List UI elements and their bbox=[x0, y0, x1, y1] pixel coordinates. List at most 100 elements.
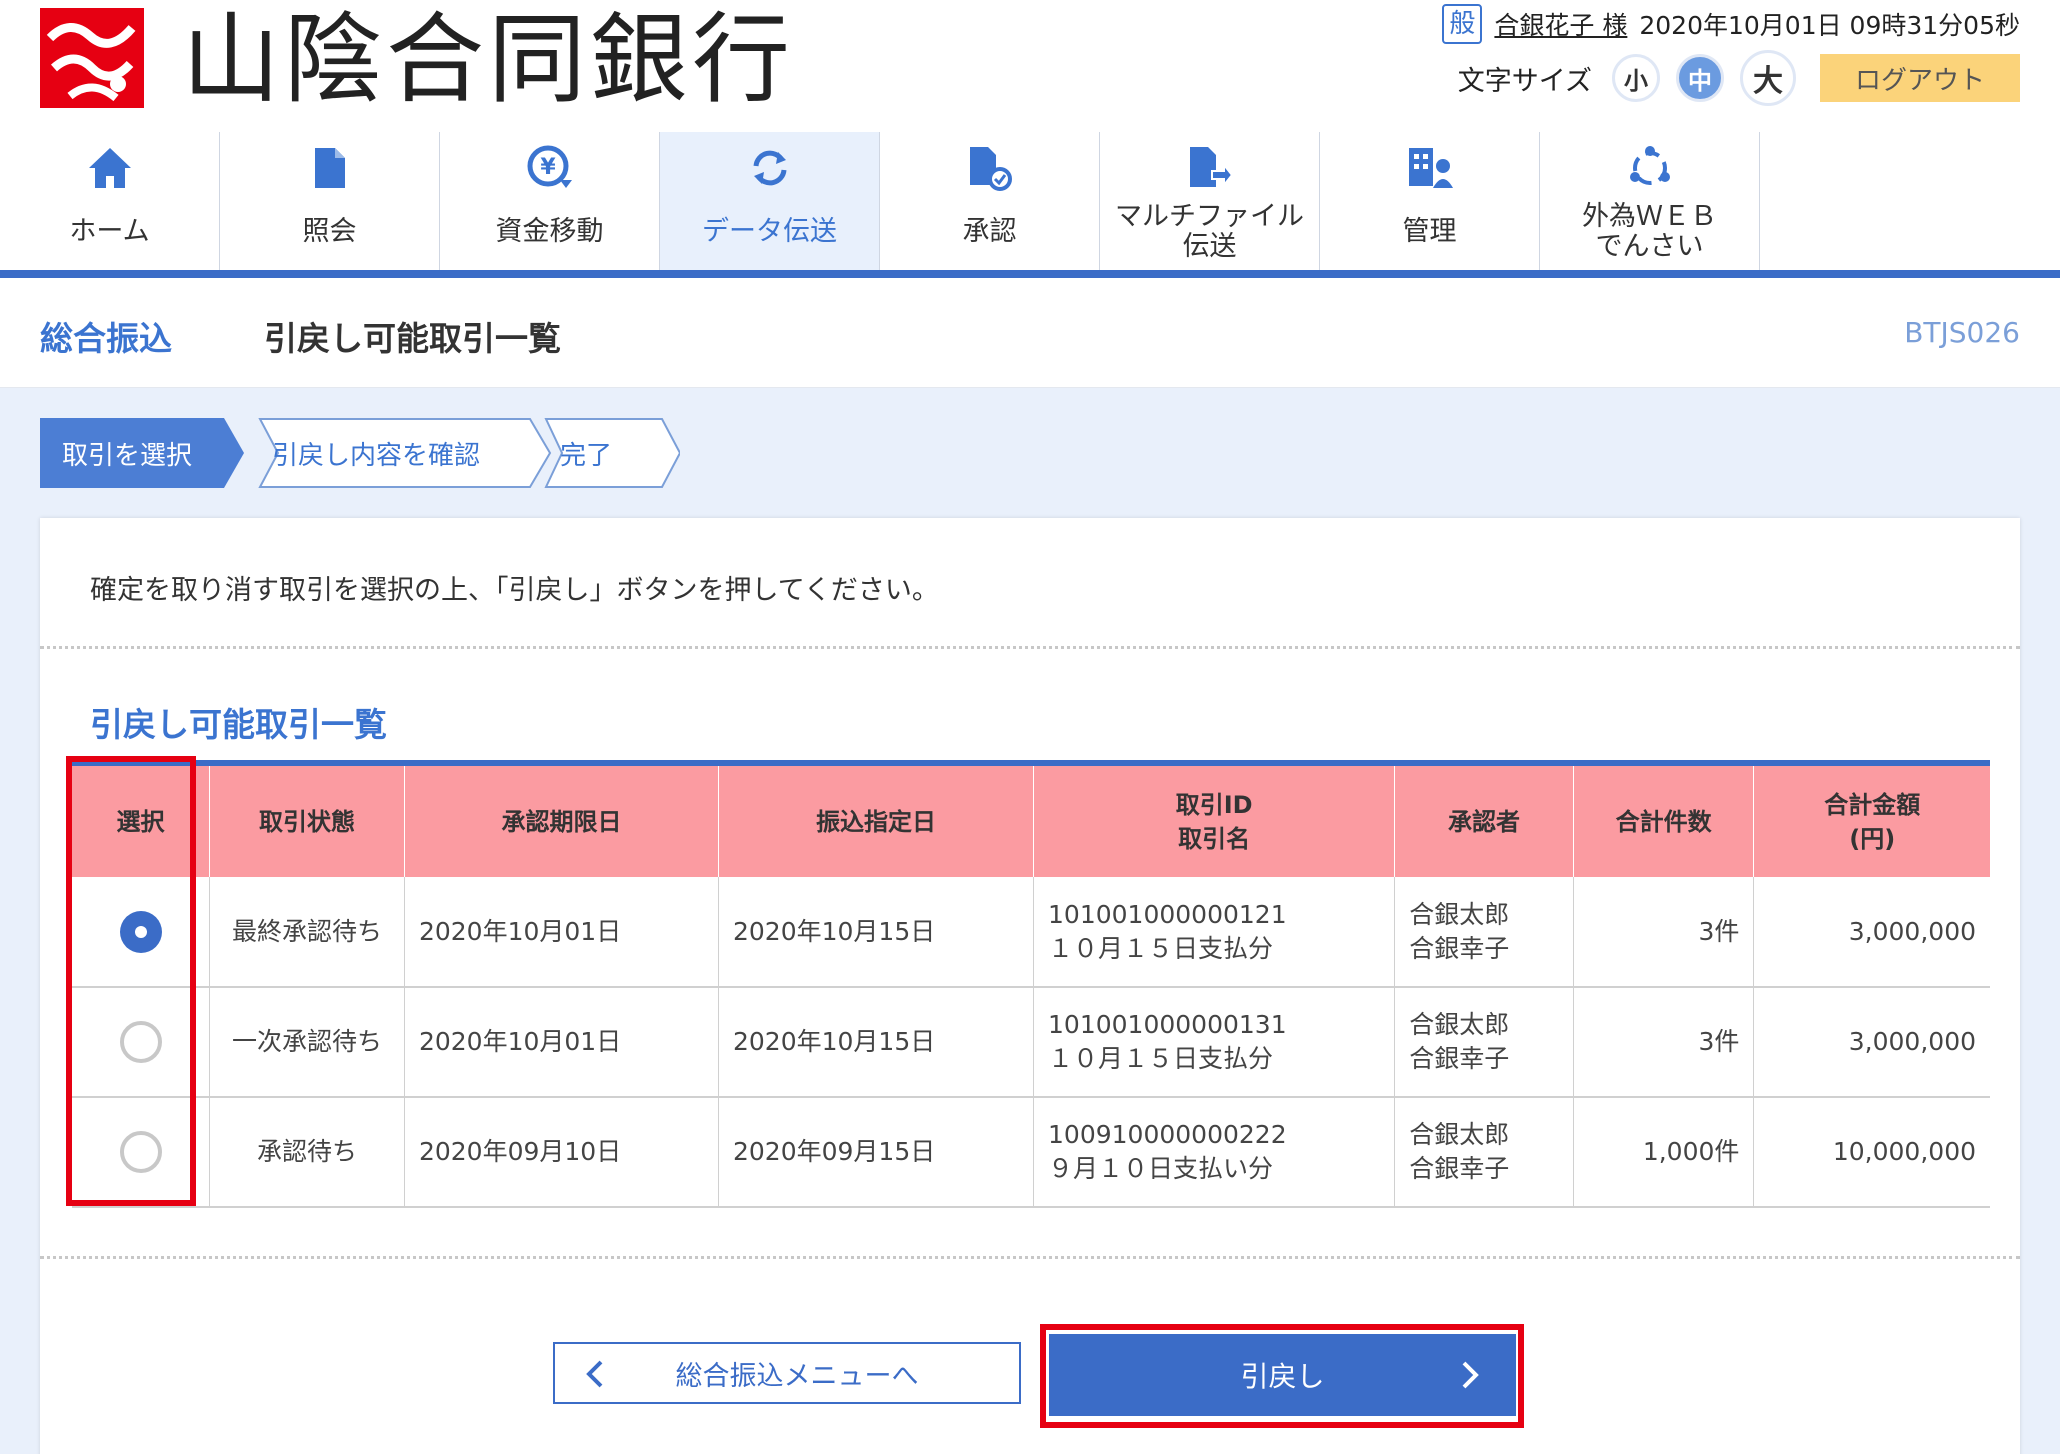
table-row: 一次承認待ち 2020年10月01日 2020年10月15日 101001000… bbox=[72, 987, 1990, 1098]
header-id: 取引ID bbox=[1175, 790, 1253, 819]
header-status: 取引状態 bbox=[209, 760, 405, 877]
row-select-radio[interactable] bbox=[119, 1131, 162, 1173]
transfer-date-cell: 2020年10月15日 bbox=[718, 877, 1035, 988]
yen-transfer-icon: ¥ bbox=[524, 142, 576, 194]
status-cell: 承認待ち bbox=[209, 1097, 405, 1208]
header-id-name: 取引ID 取引名 bbox=[1033, 760, 1396, 877]
font-size-small-button[interactable]: 小 bbox=[1612, 54, 1660, 102]
table-header-row: 選択 取引状態 承認期限日 振込指定日 取引ID 取引名 承認者 合計件数 合計… bbox=[72, 760, 1990, 877]
recall-button[interactable]: 引戻し bbox=[1049, 1334, 1516, 1416]
count-cell: 3件 bbox=[1573, 877, 1755, 988]
approver-cell: 合銀太郎 合銀幸子 bbox=[1394, 877, 1574, 988]
nav-item-data-transmission[interactable]: データ伝送 bbox=[660, 132, 880, 270]
refresh-icon bbox=[744, 142, 796, 194]
home-icon bbox=[84, 142, 136, 194]
approve-document-icon bbox=[964, 142, 1016, 194]
nav-item-foreign-exchange-densai[interactable]: 外為ＷＥＢ でんさい bbox=[1540, 132, 1760, 270]
row-select-radio[interactable] bbox=[119, 1021, 162, 1063]
step-current: 取引を選択 bbox=[62, 440, 193, 471]
nav-label: 資金移動 bbox=[495, 216, 604, 247]
id-name-cell: 101001000000131 １０月１５日支払分 bbox=[1033, 987, 1396, 1098]
management-icon bbox=[1404, 142, 1456, 194]
screen-id: BTJS026 bbox=[1904, 316, 2020, 349]
deadline-cell: 2020年10月01日 bbox=[404, 987, 719, 1098]
nav-item-management[interactable]: 管理 bbox=[1320, 132, 1540, 270]
font-size-large-button[interactable]: 大 bbox=[1740, 50, 1796, 106]
back-button-label: 総合振込メニューへ bbox=[675, 1360, 919, 1392]
nav-label: データ伝送 bbox=[702, 216, 837, 247]
header-transfer-date: 振込指定日 bbox=[718, 760, 1035, 877]
nav-label: 承認 bbox=[962, 216, 1017, 247]
row-select-radio[interactable] bbox=[119, 910, 162, 953]
header-amount-label: 合計金額 bbox=[1824, 790, 1921, 819]
step-confirm: 引戻し内容を確認 bbox=[272, 440, 481, 471]
header-count: 合計件数 bbox=[1573, 760, 1755, 877]
bank-logo-icon bbox=[40, 8, 144, 108]
header: 山陰合同銀行 般 合銀花子 様 2020年10月01日 09時31分05秒 文字… bbox=[0, 0, 2060, 132]
header-amount-unit: (円) bbox=[1849, 824, 1896, 853]
instruction-text: 確定を取り消す取引を選択の上、「引戻し」ボタンを押してください。 bbox=[90, 575, 939, 606]
approver-name: 合銀太郎 bbox=[1409, 1010, 1510, 1039]
transaction-id: 101001000000131 bbox=[1048, 1010, 1287, 1039]
section-title: 引戻し可能取引一覧 bbox=[90, 705, 387, 744]
cycle-icon bbox=[1624, 142, 1676, 194]
back-to-menu-button[interactable]: 総合振込メニューへ bbox=[553, 1342, 1021, 1404]
amount-cell: 3,000,000 bbox=[1753, 877, 1990, 988]
logout-button[interactable]: ログアウト bbox=[1820, 54, 2020, 102]
nav-item-multi-file-transfer[interactable]: マルチファイル 伝送 bbox=[1100, 132, 1320, 270]
user-info: 般 合銀花子 様 2020年10月01日 09時31分05秒 bbox=[1442, 4, 2020, 44]
user-name-link[interactable]: 合銀花子 様 bbox=[1494, 6, 1627, 42]
step-complete: 完了 bbox=[560, 440, 613, 471]
amount-cell: 3,000,000 bbox=[1753, 987, 1990, 1098]
file-transfer-icon bbox=[1184, 142, 1236, 194]
select-cell bbox=[72, 877, 210, 988]
nav-label: 照会 bbox=[302, 216, 357, 247]
user-type-badge: 般 bbox=[1442, 4, 1483, 44]
font-size-medium-button[interactable]: 中 bbox=[1676, 54, 1724, 102]
count-cell: 1,000件 bbox=[1573, 1097, 1755, 1208]
select-cell bbox=[72, 1097, 210, 1208]
bank-name: 山陰合同銀行 bbox=[182, 3, 795, 117]
id-name-cell: 100910000000222 ９月１０日支払い分 bbox=[1033, 1097, 1396, 1208]
approver-name: 合銀幸子 bbox=[1409, 1154, 1510, 1183]
page-title: 引戻し可能取引一覧 bbox=[264, 319, 561, 358]
approver-name: 合銀太郎 bbox=[1409, 1120, 1510, 1149]
transaction-name: １０月１５日支払分 bbox=[1048, 933, 1274, 963]
document-icon bbox=[304, 142, 356, 194]
select-cell bbox=[72, 987, 210, 1098]
main-nav: ホーム 照会 ¥ 資金移動 データ伝送 承認 マルチファイル 伝送 管理 外為Ｗ… bbox=[0, 132, 2060, 278]
font-size-label: 文字サイズ bbox=[1457, 65, 1592, 97]
approver-name: 合銀幸子 bbox=[1409, 933, 1510, 963]
transaction-panel: 確定を取り消す取引を選択の上、「引戻し」ボタンを押してください。 引戻し可能取引… bbox=[40, 518, 2020, 1454]
nav-item-approval[interactable]: 承認 bbox=[880, 132, 1100, 270]
approver-cell: 合銀太郎 合銀幸子 bbox=[1394, 987, 1574, 1098]
header-amount: 合計金額 (円) bbox=[1753, 760, 1990, 877]
page-title-bar: 総合振込 引戻し可能取引一覧 BTJS026 bbox=[0, 278, 2060, 388]
header-select: 選択 bbox=[72, 760, 210, 877]
nav-item-fund-transfer[interactable]: ¥ 資金移動 bbox=[440, 132, 660, 270]
transaction-name: １０月１５日支払分 bbox=[1048, 1044, 1274, 1073]
amount-cell: 10,000,000 bbox=[1753, 1097, 1990, 1208]
chevron-right-icon bbox=[1462, 1361, 1479, 1389]
transfer-date-cell: 2020年10月15日 bbox=[718, 987, 1035, 1098]
page-category: 総合振込 bbox=[40, 319, 172, 358]
transaction-table: 選択 取引状態 承認期限日 振込指定日 取引ID 取引名 承認者 合計件数 合計… bbox=[72, 760, 1990, 1208]
font-size-controls: 文字サイズ 小 中 大 ログアウト bbox=[1458, 50, 2020, 106]
id-name-cell: 101001000000121 １０月１５日支払分 bbox=[1033, 877, 1396, 988]
transfer-date-cell: 2020年09月15日 bbox=[718, 1097, 1035, 1208]
recall-button-label: 引戻し bbox=[1240, 1360, 1325, 1393]
nav-label: ホーム bbox=[69, 216, 150, 247]
header-deadline: 承認期限日 bbox=[404, 760, 719, 877]
main-content: 取引を選択 引戻し内容を確認 完了 確定を取り消す取引を選択の上、「引戻し」ボタ… bbox=[0, 388, 2060, 1454]
approver-cell: 合銀太郎 合銀幸子 bbox=[1394, 1097, 1574, 1208]
header-approver: 承認者 bbox=[1394, 760, 1574, 877]
header-name: 取引名 bbox=[1178, 824, 1251, 853]
divider bbox=[40, 1256, 2020, 1259]
nav-item-home[interactable]: ホーム bbox=[0, 132, 220, 270]
transaction-name: ９月１０日支払い分 bbox=[1048, 1154, 1274, 1183]
login-datetime: 2020年10月01日 09時31分05秒 bbox=[1639, 11, 2020, 40]
count-cell: 3件 bbox=[1573, 987, 1755, 1098]
deadline-cell: 2020年10月01日 bbox=[404, 877, 719, 988]
nav-item-inquiry[interactable]: 照会 bbox=[220, 132, 440, 270]
approver-name: 合銀太郎 bbox=[1409, 899, 1510, 929]
